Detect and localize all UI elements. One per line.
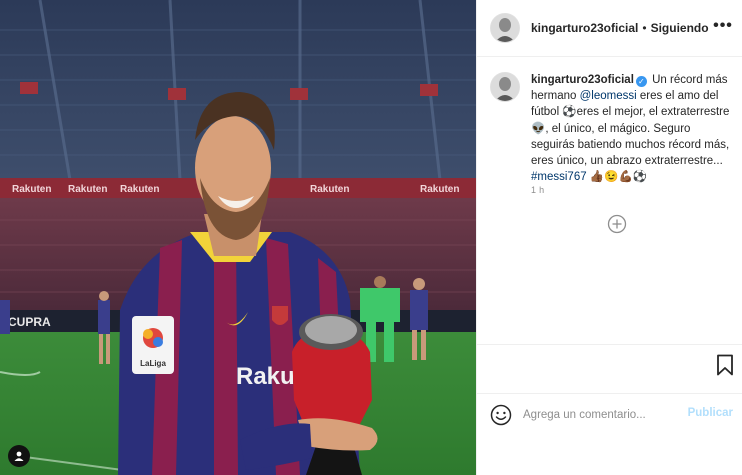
add-circle-icon[interactable] bbox=[607, 214, 627, 234]
bookmark-icon[interactable] bbox=[716, 354, 734, 376]
post-photo-image: Rakuten Rakuten Rakuten Rakuten Rakuten … bbox=[0, 0, 476, 475]
caption-username[interactable]: kingarturo23oficial bbox=[531, 74, 634, 86]
hashtag-link[interactable]: #messi767 bbox=[531, 171, 587, 183]
header-separator: • bbox=[642, 21, 647, 35]
verified-badge-icon: ✓ bbox=[635, 76, 647, 87]
following-button[interactable]: Siguiendo bbox=[651, 21, 709, 35]
caption-part: 👍🏾😉💪🏾⚽ bbox=[586, 171, 648, 184]
ad-board-text: Rakuten bbox=[420, 184, 459, 195]
post-sidebar: kingarturo23oficial • Siguiendo ••• king… bbox=[476, 0, 742, 475]
post-caption: kingarturo23oficial ✓ Un récord más herma… bbox=[490, 72, 734, 185]
ad-board-text: Rakuten bbox=[12, 184, 51, 195]
ad-board-text: Rakuten bbox=[310, 184, 349, 195]
mention-link[interactable]: @leomessi bbox=[580, 90, 637, 102]
user-tag-icon[interactable] bbox=[8, 445, 30, 467]
comment-bar: Publicar bbox=[477, 393, 742, 435]
comment-input[interactable] bbox=[521, 407, 675, 422]
post-actions: Publicar bbox=[477, 344, 742, 435]
ad-board-text: Rakuten bbox=[120, 184, 159, 195]
ad-board-text: Rakuten bbox=[68, 184, 107, 195]
caption-text: kingarturo23oficial ✓ Un récord más herma… bbox=[531, 72, 734, 185]
instagram-post-modal: Rakuten Rakuten Rakuten Rakuten Rakuten … bbox=[0, 0, 742, 475]
post-photo[interactable]: Rakuten Rakuten Rakuten Rakuten Rakuten … bbox=[0, 0, 476, 475]
caption-avatar[interactable] bbox=[490, 72, 520, 102]
emoji-smile-icon[interactable] bbox=[490, 404, 512, 426]
header-username[interactable]: kingarturo23oficial bbox=[531, 21, 638, 35]
pitch-board-text: CUPRA bbox=[8, 315, 51, 329]
post-timestamp[interactable]: 1 h bbox=[531, 185, 544, 195]
publish-button[interactable]: Publicar bbox=[688, 407, 733, 419]
post-header: kingarturo23oficial • Siguiendo ••• bbox=[477, 0, 742, 57]
more-options-icon[interactable]: ••• bbox=[713, 16, 733, 36]
avatar[interactable] bbox=[490, 13, 520, 43]
laliga-badge-text: LaLiga bbox=[140, 359, 166, 368]
